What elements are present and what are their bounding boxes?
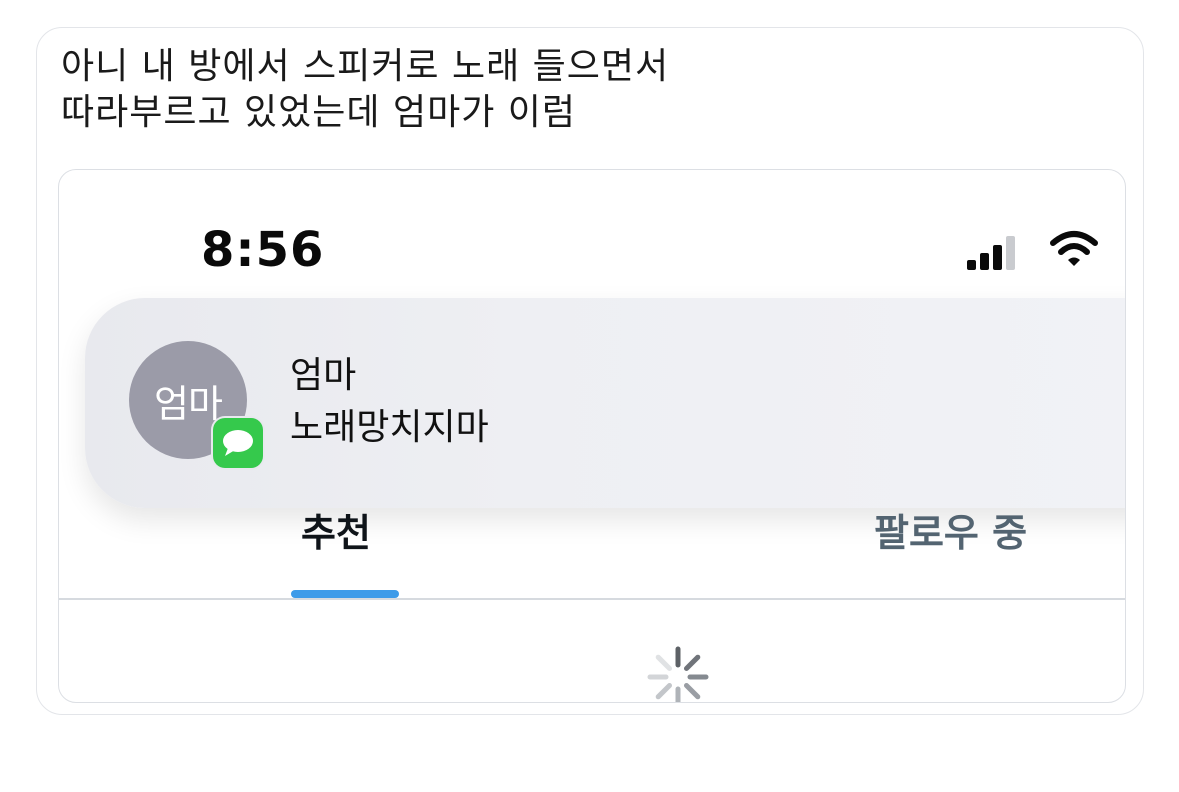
loading-spinner-icon	[647, 646, 709, 702]
notification-message: 노래망치지마	[290, 407, 489, 448]
status-time: 8:56	[201, 222, 325, 278]
avatar-text: 엄마	[154, 381, 223, 426]
attached-screenshot[interactable]: 8:56 엄마 엄마 노래망치지마 추천 팔로우 중	[58, 169, 1126, 703]
tab-following[interactable]: 팔로우 중	[874, 502, 1027, 557]
status-bar: 8:56	[59, 170, 1125, 280]
post-card[interactable]: 아니 내 방에서 스피커로 노래 들으면서 따라부르고 있었는데 엄마가 이럼 …	[36, 27, 1144, 715]
post-text: 아니 내 방에서 스피커로 노래 들으면서 따라부르고 있었는데 엄마가 이럼	[61, 44, 1121, 136]
post-text-line-2: 따라부르고 있었는데 엄마가 이럼	[61, 92, 577, 133]
tab-recommended[interactable]: 추천	[301, 502, 371, 557]
notification-sender: 엄마	[290, 355, 357, 396]
active-tab-indicator	[291, 590, 399, 598]
post-text-line-1: 아니 내 방에서 스피커로 노래 들으면서	[61, 46, 670, 87]
cellular-signal-icon	[967, 236, 1015, 270]
wifi-icon	[1050, 231, 1098, 266]
messages-app-icon	[213, 418, 263, 468]
message-notification-banner[interactable]: 엄마 엄마 노래망치지마	[85, 298, 1125, 508]
tabs-divider	[59, 598, 1125, 600]
